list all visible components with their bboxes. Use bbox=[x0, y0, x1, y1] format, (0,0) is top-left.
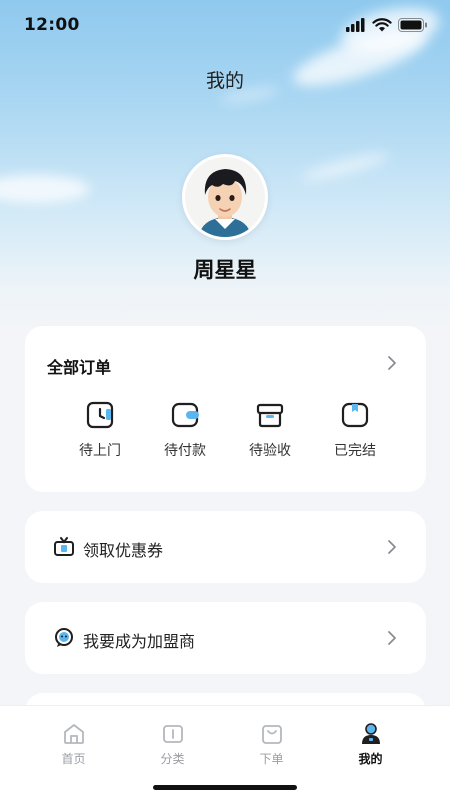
book-icon bbox=[162, 725, 183, 743]
order-status-label: 待付款 bbox=[164, 443, 206, 459]
avatar[interactable] bbox=[182, 154, 268, 240]
chevron-right-icon[interactable] bbox=[384, 355, 400, 371]
box-icon bbox=[256, 403, 284, 428]
order-status-row: 待上门 待付款 待验收 已完结 bbox=[65, 400, 390, 460]
chevron-right-icon bbox=[388, 540, 396, 554]
order-status-label: 待验收 bbox=[249, 443, 291, 459]
order-status-label: 已完结 bbox=[334, 443, 376, 459]
status-bar: 12:00 bbox=[0, 0, 450, 50]
order-status-completed[interactable]: 已完结 bbox=[320, 400, 390, 460]
chat-bot-icon bbox=[55, 628, 73, 647]
page-title: 我的 bbox=[205, 70, 244, 92]
coupon-icon bbox=[54, 537, 74, 556]
tab-order[interactable]: 下单 bbox=[237, 722, 307, 767]
tab-label: 下单 bbox=[259, 752, 284, 766]
order-status-pending-visit[interactable]: 待上门 bbox=[65, 400, 135, 460]
battery-icon bbox=[398, 18, 427, 32]
package-check-icon bbox=[341, 402, 369, 428]
status-time: 12:00 bbox=[24, 15, 80, 35]
signal-icon bbox=[346, 18, 365, 32]
orders-card: 全部订单 待上门 待付款 待验收 已完结 bbox=[25, 326, 426, 492]
order-status-label: 待上门 bbox=[79, 443, 121, 459]
tab-mine[interactable]: 我的 bbox=[336, 722, 406, 767]
tab-label: 分类 bbox=[160, 752, 185, 766]
avatar-portrait bbox=[185, 157, 265, 237]
order-status-pending-inspection[interactable]: 待验收 bbox=[235, 400, 305, 460]
tab-label: 我的 bbox=[358, 752, 383, 766]
all-orders-title[interactable]: 全部订单 bbox=[47, 354, 111, 378]
order-status-pending-payment[interactable]: 待付款 bbox=[150, 400, 220, 460]
clock-icon bbox=[86, 401, 114, 429]
menu-item-label: 领取优惠券 bbox=[83, 541, 164, 560]
menu-item-label: 我要成为加盟商 bbox=[83, 632, 196, 651]
menu-item-coupon[interactable]: 领取优惠券 bbox=[25, 511, 426, 583]
home-icon bbox=[63, 724, 84, 744]
chevron-right-icon bbox=[388, 631, 396, 645]
tab-label: 首页 bbox=[61, 752, 86, 766]
tab-home[interactable]: 首页 bbox=[39, 722, 109, 767]
wifi-icon bbox=[372, 18, 392, 32]
wallet-icon bbox=[171, 402, 199, 428]
bag-icon bbox=[261, 725, 282, 744]
tab-category[interactable]: 分类 bbox=[138, 722, 208, 767]
profile-name: 周星星 bbox=[193, 258, 257, 282]
user-icon bbox=[361, 723, 380, 744]
home-indicator[interactable] bbox=[153, 785, 297, 790]
system-icons bbox=[346, 18, 428, 32]
menu-item-franchise[interactable]: 我要成为加盟商 bbox=[25, 602, 426, 674]
